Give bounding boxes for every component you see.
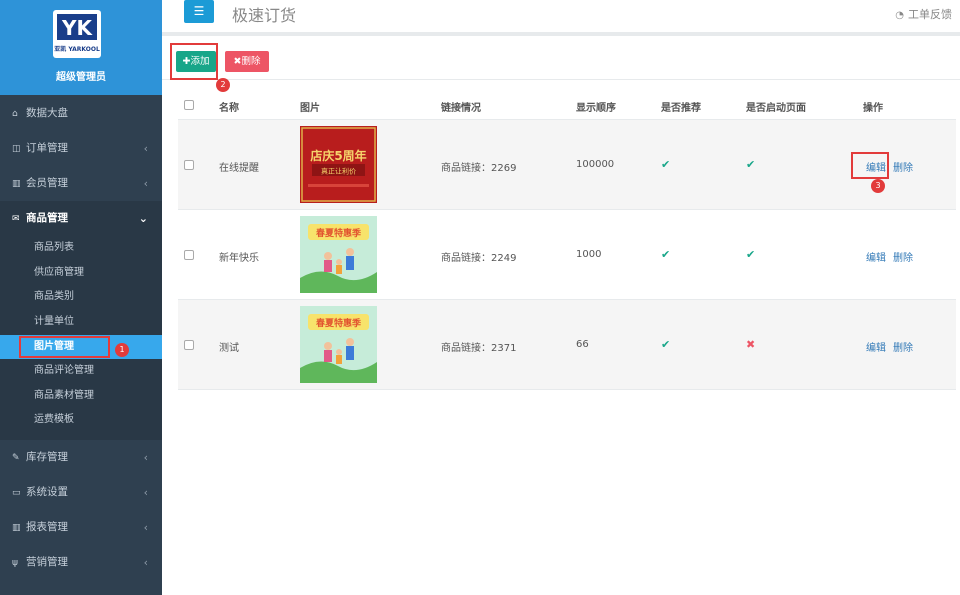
- delete-link[interactable]: 删除: [893, 249, 913, 264]
- svg-text:春夏特惠季: 春夏特惠季: [315, 227, 362, 239]
- submenu-item-shipping-templates[interactable]: 运费模板: [0, 408, 162, 432]
- annotation-box-2: [170, 43, 218, 80]
- whatsapp-icon: ◔: [895, 10, 904, 21]
- menu-item-marketing[interactable]: ψ 营销管理 ‹: [0, 545, 162, 580]
- page-title: 极速订货: [232, 6, 297, 25]
- row-order: 1000: [576, 249, 602, 260]
- table-row: 新年快乐 春夏特惠季 商品链接：2249 1000 ✔ ✔ 编辑 删除: [178, 210, 956, 300]
- chevron-left-icon: ‹: [143, 556, 148, 569]
- chevron-down-icon: ⌄: [138, 212, 148, 225]
- row-name: 新年快乐: [219, 253, 259, 264]
- column-header-order: 显示顺序: [576, 103, 616, 114]
- menu-item-settings[interactable]: ▭ 系统设置 ‹: [0, 475, 162, 510]
- sidebar-header: YK 亚凯 YARKOOL 超级管理员: [0, 0, 162, 95]
- submenu-item-materials[interactable]: 商品素材管理: [0, 384, 162, 408]
- check-icon: ✔: [746, 158, 756, 171]
- chevron-left-icon: ‹: [143, 486, 148, 499]
- row-checkbox[interactable]: [184, 160, 194, 170]
- home-icon: ⌂: [12, 109, 18, 119]
- columns-icon: ◫: [12, 144, 21, 154]
- menu-item-inventory[interactable]: ✎ 库存管理 ‹: [0, 440, 162, 475]
- feedback-link[interactable]: ◔ 工单反馈: [895, 6, 952, 22]
- submenu-item-categories[interactable]: 商品类别: [0, 285, 162, 309]
- column-header-image: 图片: [300, 103, 320, 114]
- row-image[interactable]: 春夏特惠季: [300, 216, 377, 293]
- check-icon: ✔: [661, 338, 671, 351]
- column-header-launch-page: 是否启动页面: [746, 103, 806, 114]
- annotation-box-3: [851, 152, 889, 179]
- envelope-icon: ✉: [12, 214, 20, 224]
- table-row: 测试 春夏特惠季 商品链接：2371 66 ✔ ✖ 编辑 删除: [178, 300, 956, 390]
- column-header-name: 名称: [219, 103, 239, 114]
- logo-subtitle: 亚凯 YARKOOL: [54, 46, 100, 53]
- row-link: 商品链接：2249: [441, 253, 517, 264]
- submenu-item-units[interactable]: 计量单位: [0, 310, 162, 334]
- bar-chart-icon: ▥: [12, 523, 21, 533]
- chevron-left-icon: ‹: [143, 521, 148, 534]
- check-icon: ✔: [746, 248, 756, 261]
- menu-item-dashboard[interactable]: ⌂ 数据大盘: [0, 96, 162, 131]
- check-icon: ✔: [661, 158, 671, 171]
- toolbar: ✚添加 ✖删除: [162, 40, 960, 80]
- row-order: 100000: [576, 159, 615, 170]
- delete-button[interactable]: ✖删除: [225, 51, 269, 72]
- menu-item-reports[interactable]: ▥ 报表管理 ‹: [0, 510, 162, 545]
- annotation-badge-3: 3: [871, 179, 885, 193]
- submenu-item-product-list[interactable]: 商品列表: [0, 236, 162, 260]
- table-header: 名称 图片 链接情况 显示顺序 是否推荐 是否启动页面 操作: [178, 90, 956, 120]
- sidebar: YK 亚凯 YARKOOL 超级管理员 ⌂ 数据大盘 ◫ 订单管理 ‹ ▥ 会员管理 ‹ …: [0, 0, 162, 595]
- submenu-item-reviews[interactable]: 商品评论管理: [0, 359, 162, 383]
- delete-link[interactable]: 删除: [893, 159, 913, 174]
- desktop-icon: ▭: [12, 488, 21, 498]
- row-checkbox[interactable]: [184, 250, 194, 260]
- brand-logo: YK 亚凯 YARKOOL: [53, 10, 101, 58]
- table-row: 在线提醒 店庆5周年 真正让利价 商品链接：2269 100000 ✔ ✔ 编辑…: [178, 120, 956, 210]
- check-icon: ✔: [661, 248, 671, 261]
- chevron-left-icon: ‹: [143, 142, 148, 155]
- edit-icon: ✎: [12, 453, 20, 463]
- chevron-left-icon: ‹: [143, 451, 148, 464]
- menu-item-orders[interactable]: ◫ 订单管理 ‹: [0, 131, 162, 166]
- admin-name: 超级管理员: [56, 72, 106, 83]
- row-name: 测试: [219, 343, 239, 354]
- bar-chart-icon: ▥: [12, 179, 21, 189]
- svg-text:店庆5周年: 店庆5周年: [310, 148, 366, 163]
- delete-link[interactable]: 删除: [893, 339, 913, 354]
- row-name: 在线提醒: [219, 163, 259, 174]
- row-image[interactable]: 春夏特惠季: [300, 306, 377, 383]
- row-link: 商品链接：2269: [441, 163, 517, 174]
- svg-text:YK: YK: [61, 16, 93, 40]
- x-icon: ✖: [746, 338, 756, 351]
- edit-link[interactable]: 编辑: [866, 339, 886, 354]
- row-order: 66: [576, 339, 589, 350]
- annotation-badge-1: 1: [115, 343, 129, 357]
- svg-text:春夏特惠季: 春夏特惠季: [315, 317, 362, 329]
- annotation-box-1: [19, 336, 110, 358]
- menu-item-members[interactable]: ▥ 会员管理 ‹: [0, 166, 162, 201]
- chevron-left-icon: ‹: [143, 177, 148, 190]
- column-header-actions: 操作: [863, 103, 883, 114]
- column-header-recommend: 是否推荐: [661, 103, 701, 114]
- svg-text:真正让利价: 真正让利价: [321, 167, 356, 176]
- row-image[interactable]: 店庆5周年 真正让利价: [300, 126, 377, 203]
- edit-link[interactable]: 编辑: [866, 249, 886, 264]
- top-bar: ☰ 极速订货 ◔ 工单反馈: [162, 0, 960, 36]
- submenu-item-suppliers[interactable]: 供应商管理: [0, 261, 162, 285]
- select-all-checkbox[interactable]: [184, 100, 194, 110]
- column-header-link: 链接情况: [441, 103, 481, 114]
- row-checkbox[interactable]: [184, 340, 194, 350]
- menu-item-products[interactable]: ✉ 商品管理 ⌄: [0, 201, 162, 236]
- row-link: 商品链接：2371: [441, 343, 517, 354]
- cutlery-icon: ψ: [12, 558, 18, 568]
- menu-toggle-button[interactable]: ☰: [184, 0, 214, 23]
